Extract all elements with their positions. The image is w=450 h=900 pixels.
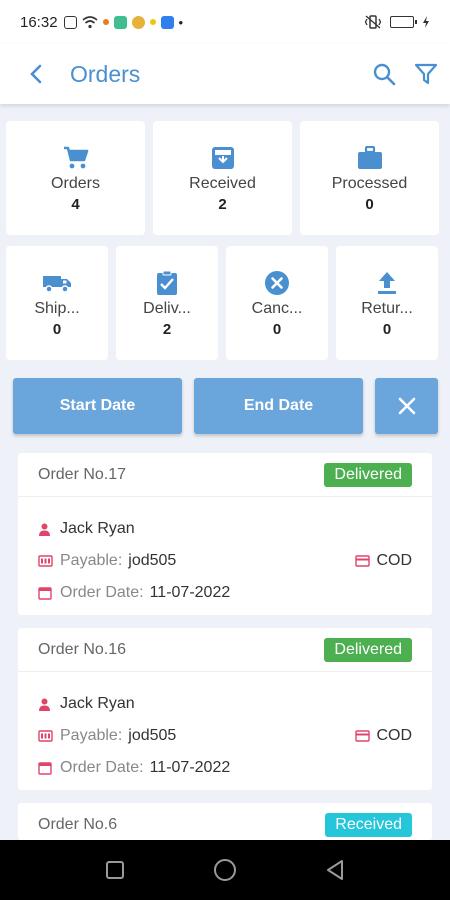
search-button[interactable] (370, 60, 398, 88)
circle-icon (214, 859, 236, 881)
order-card[interactable]: Order No.16 Delivered Jack Ryan Payable:… (18, 628, 432, 790)
app-notification-icon (102, 19, 109, 25)
search-icon (373, 63, 396, 86)
inbox-icon (211, 146, 234, 169)
stat-label: Processed (331, 174, 408, 192)
end-date-button[interactable]: End Date (194, 378, 363, 434)
gallery-icon (63, 15, 77, 29)
start-date-button[interactable]: Start Date (13, 378, 182, 434)
status-time: 16:32 (20, 13, 58, 31)
clipboard-check-icon (157, 270, 177, 295)
order-number: Order No.6 (38, 815, 118, 833)
stat-label: Received (189, 174, 256, 192)
stat-card-cancelled[interactable]: Canc... 0 (226, 246, 328, 360)
truck-icon (43, 275, 71, 293)
chevron-left-icon (30, 64, 42, 84)
close-icon (398, 397, 415, 415)
payment-method: COD (376, 552, 412, 569)
wifi-icon (82, 15, 98, 28)
more-notifications-icon: • (178, 14, 184, 30)
cancel-icon (265, 270, 289, 295)
stat-label: Ship... (34, 299, 80, 317)
stat-label: Canc... (251, 299, 303, 317)
stat-card-shipped[interactable]: Ship... 0 (6, 246, 108, 360)
payment-method: COD (376, 727, 412, 744)
app-notification-icon (149, 19, 156, 25)
app-notification-icon (113, 15, 127, 29)
stat-card-delivered[interactable]: Deliv... 2 (116, 246, 218, 360)
clear-dates-button[interactable] (375, 378, 438, 434)
status-system-icons (364, 15, 430, 29)
stat-card-returned[interactable]: Retur... 0 (336, 246, 438, 360)
stat-count: 4 (71, 195, 80, 213)
money-icon (38, 730, 53, 742)
stat-card-processed[interactable]: Processed 0 (300, 121, 439, 235)
calendar-icon (38, 587, 52, 600)
order-card[interactable]: Order No.6 Received (18, 803, 432, 840)
payable-label: Payable: (60, 552, 123, 569)
stat-label: Orders (51, 174, 100, 192)
status-badge: Delivered (324, 462, 412, 487)
app-notification-icon (160, 15, 174, 29)
stat-count: 0 (272, 320, 282, 338)
stat-count: 0 (52, 320, 62, 338)
cart-icon (63, 146, 88, 168)
stat-label: Retur... (361, 299, 413, 317)
vibrate-icon (364, 15, 382, 29)
order-number: Order No.16 (38, 640, 127, 658)
order-number: Order No.17 (38, 465, 127, 483)
order-card[interactable]: Order No.17 Delivered Jack Ryan Payable:… (18, 453, 432, 615)
stat-count: 2 (218, 195, 227, 213)
triangle-back-icon (327, 860, 343, 880)
order-date-label: Order Date: (60, 584, 144, 601)
charging-icon (423, 16, 429, 28)
status-badge: Delivered (324, 637, 412, 662)
user-icon (39, 698, 50, 711)
app-bar: Orders (0, 44, 450, 104)
money-icon (38, 555, 53, 567)
date-filter: Start Date End Date (13, 378, 438, 434)
status-notification-icons: • (63, 14, 184, 30)
upload-icon (378, 271, 396, 294)
stat-count: 0 (365, 195, 374, 213)
user-icon (39, 523, 50, 536)
stat-count: 2 (162, 320, 172, 338)
customer-name: Jack Ryan (60, 695, 135, 712)
payable-label: Payable: (60, 727, 123, 744)
home-button[interactable] (205, 850, 245, 890)
status-bar: 16:32 • (0, 0, 450, 44)
app-notification-icon (131, 15, 145, 29)
order-date-value: 11-07-2022 (149, 759, 231, 776)
stats-row-top: Orders 4 Received 2 Processed 0 (6, 121, 439, 235)
system-nav-bar (0, 840, 450, 900)
stat-label: Deliv... (143, 299, 191, 317)
page-title: Orders (70, 60, 141, 87)
stat-card-orders[interactable]: Orders 4 (6, 121, 145, 235)
order-date-value: 11-07-2022 (149, 584, 231, 601)
credit-card-icon (355, 555, 371, 567)
square-icon (106, 861, 124, 879)
filter-icon (414, 63, 438, 85)
stat-card-received[interactable]: Received 2 (153, 121, 292, 235)
recents-button[interactable] (95, 850, 135, 890)
order-date-label: Order Date: (60, 759, 144, 776)
credit-card-icon (355, 730, 371, 742)
stat-count: 0 (382, 320, 392, 338)
back-button[interactable] (18, 56, 54, 92)
payable-value: jod505 (128, 727, 177, 744)
filter-button[interactable] (412, 60, 440, 88)
calendar-icon (38, 762, 52, 775)
status-badge: Received (325, 812, 412, 837)
customer-name: Jack Ryan (60, 520, 135, 537)
payable-value: jod505 (128, 552, 177, 569)
back-nav-button[interactable] (315, 850, 355, 890)
battery-icon (390, 16, 417, 28)
stats-row-bottom: Ship... 0 Deliv... 2 Canc... 0 Retur... … (6, 246, 438, 360)
briefcase-icon (357, 145, 382, 169)
